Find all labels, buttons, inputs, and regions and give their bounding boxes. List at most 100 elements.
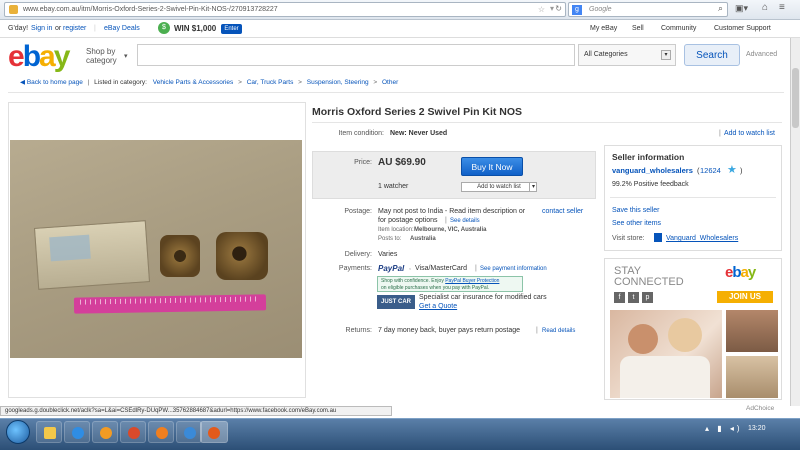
crumb-car-truck-parts[interactable]: Car, Truck Parts [247, 79, 294, 86]
positive-feedback: 99.2% Positive feedback [612, 181, 689, 188]
category-select-value: All Categories [584, 51, 628, 58]
condition-label: Item condition: [338, 130, 384, 137]
search-input[interactable] [137, 44, 575, 66]
promo-icon: $ [158, 22, 170, 34]
item-title: Morris Oxford Series 2 Swivel Pin Kit NO… [312, 106, 523, 118]
shop-by-text: Shop by [86, 47, 116, 56]
buy-it-now-button[interactable]: Buy It Now [461, 157, 523, 176]
breadcrumb: ◀ Back to home page | Listed in category… [20, 79, 399, 86]
explorer-icon[interactable] [36, 421, 62, 443]
crumb-other[interactable]: Other [382, 79, 398, 86]
ad-thumbnail [726, 310, 778, 352]
pinterest-icon[interactable]: p [642, 292, 653, 303]
app-icon[interactable] [120, 421, 146, 443]
greeting: G'day! [8, 25, 29, 32]
clock[interactable]: 13:20 [748, 425, 766, 432]
support-link[interactable]: Customer Support [714, 25, 771, 32]
crumb-suspension[interactable]: Suspension, Steering [307, 79, 369, 86]
category-select[interactable]: All Categories ▾ [578, 44, 676, 66]
delivery-label: Delivery: [344, 251, 372, 258]
save-seller-link[interactable]: Save this seller [612, 207, 659, 214]
postage-text: May not post to India - Read item descri… [378, 208, 526, 215]
category-text: category [86, 56, 117, 65]
paypal-protection-link[interactable]: PayPal Buyer Protection [445, 278, 499, 284]
firefox-active-icon[interactable] [200, 421, 228, 443]
paypal-logo: PayPal [378, 264, 405, 273]
see-payment-link[interactable]: See payment information [480, 266, 547, 272]
bookmarks-icon[interactable]: ▣▾ [735, 3, 748, 14]
ad-connected-text: CONNECTED [614, 276, 684, 288]
chevron-down-icon: ▾ [528, 183, 535, 192]
posts-to: Australia [410, 236, 436, 242]
paypal-protection-notice: Shop with confidence. Enjoy PayPal Buyer… [377, 276, 523, 292]
ebay-logo[interactable]: ebay [8, 40, 70, 74]
back-arrow-icon: ◀ [20, 79, 27, 86]
app-icon[interactable] [176, 421, 202, 443]
dropdown-icon[interactable]: ▾ [550, 4, 554, 13]
visit-store-label: Visit store: [612, 235, 645, 242]
deals-link[interactable]: eBay Deals [104, 25, 140, 32]
my-ebay-link[interactable]: My eBay [590, 25, 617, 32]
or-text: or [55, 25, 62, 32]
search-icon[interactable]: ⌕ [718, 3, 723, 14]
search-placeholder: Google [589, 6, 612, 13]
status-bar-url: googleads.g.doubleclick.net/aclk?sa=L&ai… [0, 406, 392, 416]
watchers-count: 1 watcher [378, 183, 409, 190]
sign-in-link[interactable]: Sign in [31, 25, 52, 32]
store-link[interactable]: Vanguard_Wholesalers [666, 235, 738, 242]
paypal-notice-1: Shop with confidence. Enjoy [381, 278, 444, 284]
seller-heading: Seller information [612, 152, 685, 162]
back-home-link[interactable]: Back to home page [27, 79, 83, 86]
page-scrollbar[interactable] [790, 38, 800, 406]
sell-link[interactable]: Sell [632, 25, 644, 32]
community-link[interactable]: Community [661, 25, 696, 32]
payments-label: Payments: [338, 265, 372, 272]
menu-icon[interactable]: ≡ [779, 2, 785, 13]
listed-in-label: Listed in category: [94, 79, 147, 86]
add-to-watch-list-button[interactable]: Add to watch list ▾ [461, 182, 537, 192]
divider [8, 92, 784, 93]
store-icon [654, 233, 662, 242]
home-icon[interactable]: ⌂ [762, 2, 768, 13]
returns-text: 7 day money back, buyer pays return post… [378, 327, 521, 334]
google-icon: g [572, 5, 582, 15]
system-tray-icons[interactable]: ▴ ▮ ◂) [705, 424, 743, 433]
postage-text-2: for postage options [378, 217, 438, 224]
returns-details-link[interactable]: Read details [542, 328, 575, 334]
reload-icon[interactable]: ↻ [555, 4, 562, 13]
start-button[interactable] [6, 420, 30, 444]
get-quote-link[interactable]: Get a Quote [419, 303, 457, 310]
join-us-button[interactable]: JOIN US [717, 291, 773, 303]
enter-button[interactable]: Enter [221, 24, 242, 34]
see-details-link[interactable]: See details [450, 218, 480, 224]
media-player-icon[interactable] [92, 421, 118, 443]
shop-by-category[interactable]: Shop by category [86, 47, 117, 65]
visa-mastercard: Visa/MasterCard [415, 265, 468, 272]
other-items-link[interactable]: See other items [612, 220, 661, 227]
address-bar[interactable]: www.ebay.com.au/itm/Morris-Oxford-Series… [4, 2, 566, 17]
search-button[interactable]: Search [684, 44, 740, 66]
crumb-vehicle-parts[interactable]: Vehicle Parts & Accessories [153, 79, 234, 86]
facebook-icon[interactable]: f [614, 292, 625, 303]
browser-search[interactable]: g Google ⌕ [568, 2, 728, 17]
advanced-search-link[interactable]: Advanced [746, 51, 777, 58]
internet-explorer-icon[interactable] [64, 421, 90, 443]
register-link[interactable]: register [63, 25, 86, 32]
postage-label: Postage: [344, 208, 372, 215]
star-icon[interactable]: ☆ [538, 5, 545, 14]
justcar-logo[interactable]: JUST CAR [377, 295, 415, 309]
add-watch-link[interactable]: Add to watch list [724, 130, 775, 137]
contact-seller-link[interactable]: contact seller [542, 208, 583, 215]
item-photo[interactable] [10, 140, 302, 358]
scroll-thumb[interactable] [792, 68, 799, 128]
adchoice-label[interactable]: AdChoice [746, 405, 774, 412]
firefox-taskbar-icon[interactable] [148, 421, 174, 443]
divider [312, 122, 782, 123]
feedback-score-link[interactable]: 12624 [700, 166, 721, 175]
twitter-icon[interactable]: t [628, 292, 639, 303]
ad-thumbnail [726, 356, 778, 398]
seller-name-link[interactable]: vanguard_wholesalers [612, 166, 693, 175]
url-text: www.ebay.com.au/itm/Morris-Oxford-Series… [23, 6, 278, 13]
watch-button-label: Add to watch list [477, 184, 521, 190]
ebay-topbar: G'day! Sign in or register | eBay Deals … [0, 20, 800, 38]
